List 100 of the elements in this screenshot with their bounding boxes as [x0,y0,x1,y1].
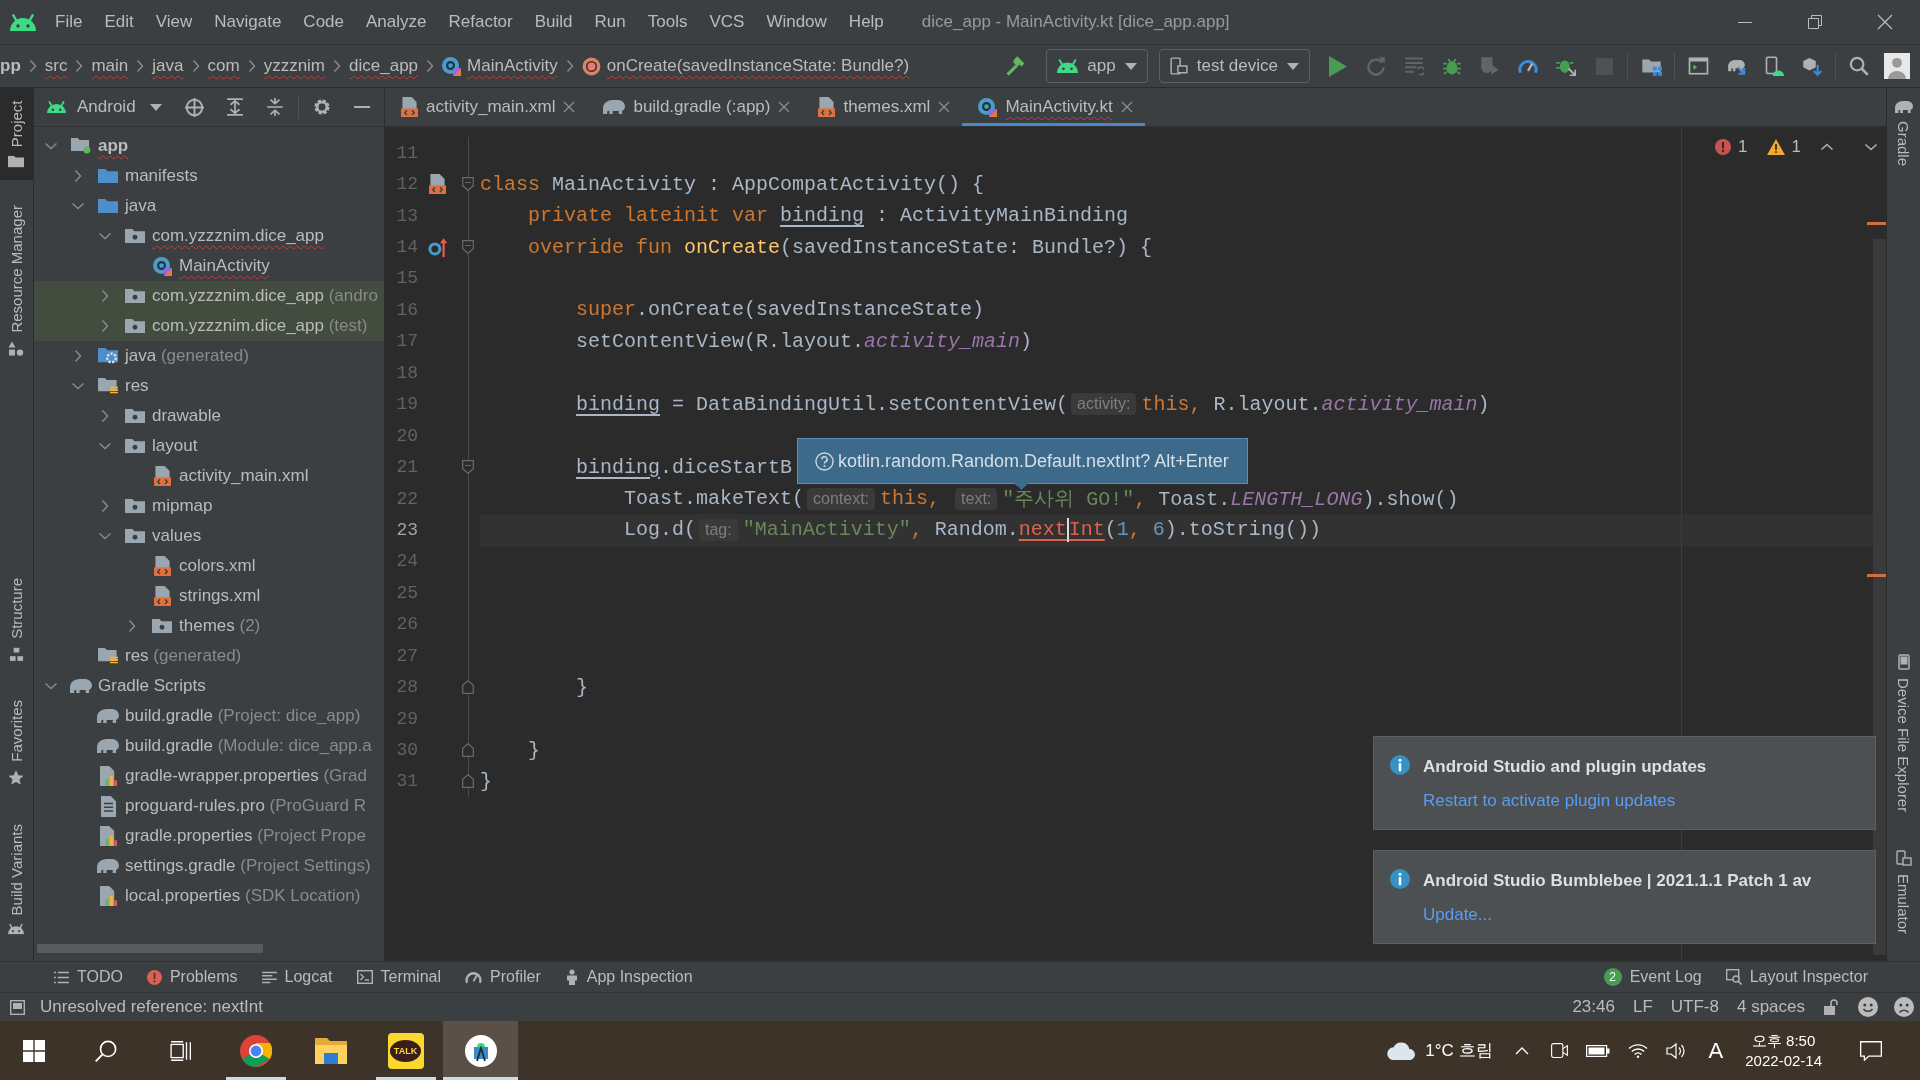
windows-logo-icon[interactable] [23,1039,45,1062]
tool-window-tab[interactable]: Gradle [1887,88,1920,180]
tool-window-tab[interactable]: Emulator [1887,836,1920,947]
breadcrumb[interactable]: pp [0,56,21,76]
device-dropdown[interactable]: test device [1158,49,1310,83]
tool-window-button[interactable]: App Inspection [552,962,705,992]
override-arrow-icon[interactable] [427,237,448,258]
battery-icon[interactable] [1585,1044,1610,1057]
chevron-down-icon[interactable] [71,202,85,210]
error-count[interactable]: 1 [1738,137,1748,157]
tree-item[interactable]: values [34,521,384,551]
tool-window-tab[interactable]: Favorites [0,686,33,799]
clock-time[interactable]: 오후 8:50 [1751,1030,1816,1051]
tree-item[interactable]: activity_main.xml [34,461,384,491]
chevron-down-icon[interactable] [44,682,58,690]
restore-icon[interactable] [1808,15,1822,29]
close-icon[interactable] [778,101,791,113]
search-icon[interactable] [1849,56,1869,76]
notification-link[interactable]: Restart to activate plugin updates [1423,789,1676,813]
warning-count[interactable]: 1 [1791,137,1801,157]
crosshair-icon[interactable] [185,97,205,117]
clock-date[interactable]: 2022-02-14 [1745,1050,1822,1071]
breadcrumb[interactable]: java [152,56,184,76]
close-icon[interactable] [1877,14,1893,30]
breadcrumb[interactable]: MainActivity [442,56,558,76]
tool-window-button[interactable]: Terminal [344,962,454,992]
chevron-down-icon[interactable] [98,442,112,450]
chevron-down-icon[interactable] [98,532,112,540]
breadcrumb[interactable]: src [44,56,68,76]
tool-window-tab[interactable]: Build Variants [0,810,33,947]
weather-text[interactable]: 1°C 흐림 [1425,1039,1493,1062]
panel-toggle-icon[interactable] [10,999,25,1015]
chevron-right-icon[interactable] [101,289,109,303]
chevron-down-icon[interactable] [1864,143,1878,151]
file-encoding[interactable]: UTF-8 [1661,997,1728,1017]
menu-item[interactable]: Edit [93,0,145,44]
tree-item[interactable]: manifests [34,161,384,191]
tree-item[interactable]: colors.xml [34,551,384,581]
close-icon[interactable] [1120,101,1133,113]
menu-item[interactable]: Code [292,0,355,44]
play-icon[interactable] [1329,55,1347,77]
chevron-right-icon[interactable] [101,319,109,333]
tree-item[interactable]: themes (2) [34,611,384,641]
task-view-icon[interactable] [169,1040,192,1061]
breadcrumb[interactable]: com [207,56,240,76]
tool-window-button[interactable]: Problems [134,962,250,992]
editor-tab[interactable]: activity_main.xml [385,88,588,126]
search-icon[interactable] [94,1039,117,1062]
menu-item[interactable]: View [144,0,204,44]
tool-window-tab[interactable]: Project [0,88,33,181]
breadcrumb[interactable]: main [91,56,129,76]
folder-grid-icon[interactable] [1640,56,1662,76]
tree-item[interactable]: mipmap [34,491,384,521]
breadcrumb[interactable]: onCreate(savedInstanceState: Bundle?) [581,56,910,76]
chat-app-logo[interactable]: TALK [387,1032,424,1069]
close-icon[interactable] [938,101,951,113]
smiley-icon[interactable] [1858,997,1878,1017]
tree-item[interactable]: java (generated) [34,341,384,371]
tree-item[interactable]: java [34,191,384,221]
tree-item[interactable]: com.yzzznim.dice_app [34,221,384,251]
editor-tab[interactable]: themes.xml [802,88,963,126]
tree-item[interactable]: Gradle Scripts [34,671,384,701]
tree-item[interactable]: proguard-rules.pro (ProGuard R [34,791,384,821]
chevron-right-icon[interactable] [101,499,109,513]
box-arrow-icon[interactable] [1802,56,1822,76]
xml-file-icon[interactable] [429,174,446,195]
tree-item[interactable]: layout [34,431,384,461]
notification-icon[interactable] [1860,1040,1882,1061]
minimize-icon[interactable] [1738,21,1752,23]
tree-item[interactable]: drawable [34,401,384,431]
chevron-down-icon[interactable] [71,382,85,390]
tool-window-button[interactable]: 2 Event Log [1591,962,1714,992]
tool-window-button[interactable]: Logcat [249,962,345,992]
menu-item[interactable]: Build [523,0,584,44]
chevron-right-icon[interactable] [74,169,82,183]
phone-android-icon[interactable] [1764,56,1784,76]
menu-item[interactable]: VCS [698,0,756,44]
menu-item[interactable]: Navigate [203,0,293,44]
run-configuration-dropdown[interactable]: app [1046,49,1148,83]
gauge-icon[interactable] [1518,58,1538,74]
tool-window-button[interactable]: TODO [42,962,135,992]
fold-marker-icon[interactable] [462,460,474,475]
chevron-right-icon[interactable] [74,349,82,363]
caret-position[interactable]: 23:46 [1563,997,1624,1017]
tree-item[interactable]: gradle.properties (Project Prope [34,821,384,851]
fold-marker-icon[interactable] [462,680,474,695]
horizontal-scrollbar[interactable] [37,944,263,953]
menu-item[interactable]: File [44,0,94,44]
fold-marker-icon[interactable] [462,774,474,789]
project-view-dropdown[interactable]: Android [47,97,162,117]
tree-item[interactable]: com.yzzznim.dice_app (test) [34,311,384,341]
tree-item[interactable]: build.gradle (Module: dice_app.a [34,731,384,761]
tool-window-button[interactable]: Profiler [453,962,553,992]
menu-item[interactable]: Refactor [437,0,524,44]
tree-item[interactable]: build.gradle (Project: dice_app) [34,701,384,731]
chevron-up-icon[interactable] [1820,143,1834,151]
input-mode-indicator[interactable]: A [1708,1037,1724,1064]
hammer-icon[interactable] [1005,56,1026,76]
tree-item[interactable]: MainActivity [34,251,384,281]
editor-tab[interactable]: build.gradle (:app) [587,88,803,126]
